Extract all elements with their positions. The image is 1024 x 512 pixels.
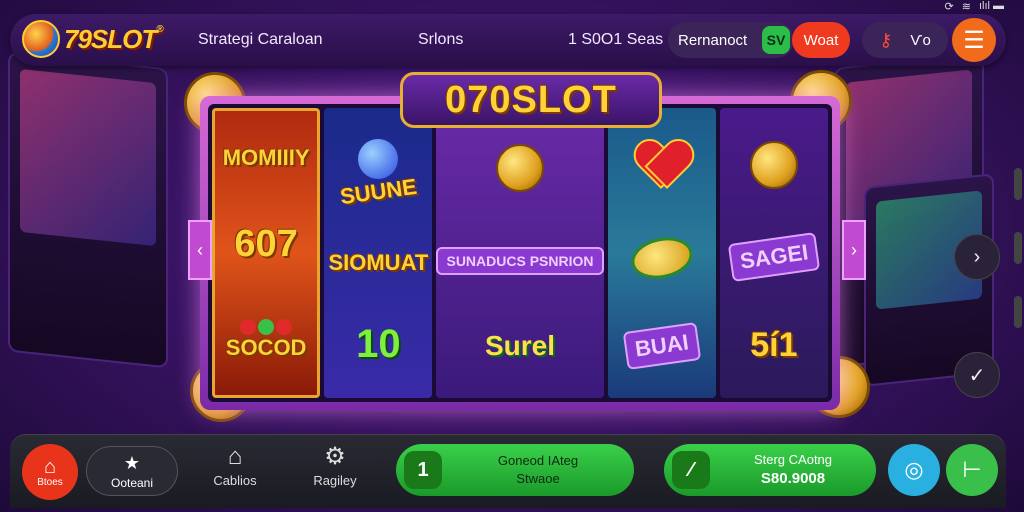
remember-label: Rernanoct xyxy=(678,31,748,49)
promo-icon: 1 xyxy=(404,451,442,489)
reel-grid: MOMIIIY 607 SOCOD SUUNE SIOMUAT 10 SUNAD… xyxy=(208,104,832,402)
rapley-label: Ragiley xyxy=(313,473,357,488)
device-edge xyxy=(1014,232,1022,264)
heart-icon xyxy=(635,141,689,189)
coin-stack-icon xyxy=(749,140,798,189)
symbol: SOCOD xyxy=(225,334,307,360)
registered-mark: ® xyxy=(156,23,163,35)
orb-icon xyxy=(358,138,399,179)
gear-icon: ⚙ xyxy=(324,443,346,470)
balance-icon: ⁄ xyxy=(672,451,710,489)
chevron-right-icon[interactable]: › xyxy=(954,234,1000,280)
berries-icon xyxy=(240,318,293,335)
symbol: MOMIIIY xyxy=(222,145,310,171)
group-label: Ѵo xyxy=(910,31,931,49)
system-status-bar: ⟳ ≋ ılıl ▬ xyxy=(945,0,1005,14)
symbol: SUUNE xyxy=(338,173,419,210)
symbol: 607 xyxy=(234,223,298,266)
reel-4[interactable]: BUAI xyxy=(607,108,716,398)
home-label: Btoes xyxy=(37,476,63,488)
remember-tag: SV xyxy=(762,26,790,54)
hamburger-icon[interactable]: ☰ xyxy=(952,18,996,62)
featured-label: Ooteani xyxy=(110,475,154,490)
signal-battery: ılıl ▬ xyxy=(978,0,1004,12)
game-title-banner: 070SLOT xyxy=(400,72,662,128)
top-navigation-bar: 79SLOT® Strategi Caraloan Srlons 1 S0O1 … xyxy=(10,14,1006,66)
arrow-left-icon[interactable]: ‹ xyxy=(188,220,212,280)
house-outline-icon: ⌂ xyxy=(227,443,243,470)
symbol: SUNADUCS PSNRION xyxy=(436,246,604,276)
nav-link-srlons[interactable]: Srlons xyxy=(418,31,463,49)
rapley-button[interactable]: ⚙ Ragiley xyxy=(300,443,370,489)
symbol: SIOMUAT xyxy=(328,250,429,276)
symbol: Surel xyxy=(484,330,555,362)
background-arcade-left xyxy=(8,51,168,369)
home-icon: ⌂ xyxy=(43,455,57,478)
reel-2[interactable]: SUUNE SIOMUAT 10 xyxy=(324,108,433,398)
sync-icon: ⟳ xyxy=(944,1,954,13)
symbol: 10 xyxy=(356,322,401,367)
symbol-group: SUUNE xyxy=(338,138,418,209)
key-group-button[interactable]: ⚷ Ѵo xyxy=(862,22,948,58)
home-button[interactable]: ⌂ Btoes xyxy=(22,444,78,500)
balance-line-1: Sterg CAotng xyxy=(753,452,833,468)
arrow-right-icon[interactable]: › xyxy=(842,220,866,280)
balance-button[interactable]: ⁄ Sterg CAotng S80.9008 xyxy=(664,444,876,496)
nav-link-strategi[interactable]: Strategi Caraloan xyxy=(198,31,323,49)
wifi-icon: ≋ xyxy=(961,1,971,13)
symbol-group: SOCOD xyxy=(225,318,307,361)
ring-icon[interactable]: ◎ xyxy=(888,444,940,496)
remember-button[interactable]: Rernanoct SV xyxy=(668,22,794,58)
reel-3[interactable]: SUNADUCS PSNRION Surel xyxy=(436,108,604,398)
device-edge xyxy=(1014,168,1022,200)
logo-icon xyxy=(22,20,60,58)
symbol: BUAI xyxy=(622,322,701,371)
gold-leaf-icon xyxy=(627,231,697,284)
bottom-navigation-bar: ⌂ Btoes ★ Ooteani ⌂ Cablios ⚙ Ragiley 1 … xyxy=(10,434,1006,508)
promo-button[interactable]: 1 Goneod IAteg Stwaoe xyxy=(396,444,634,496)
featured-button[interactable]: ★ Ooteani xyxy=(86,446,178,496)
casinos-label: Cablios xyxy=(213,473,257,488)
casinos-button[interactable]: ⌂ Cablios xyxy=(200,443,270,489)
slot-machine: MOMIIIY 607 SOCOD SUUNE SIOMUAT 10 SUNAD… xyxy=(200,96,840,410)
star-icon: ★ xyxy=(123,452,141,473)
arrow-right-icon[interactable]: ⊢ xyxy=(946,444,998,496)
logo-text: 79SLOT xyxy=(64,23,157,54)
reel-5[interactable]: SAGEI 5í1 xyxy=(719,108,828,398)
promo-line-1: Goneod IAteg xyxy=(497,453,579,469)
promo-line-2: Stwaoe xyxy=(516,471,560,486)
balance-amount: S80.9008 xyxy=(760,469,826,487)
coin-stack-icon xyxy=(495,143,544,192)
symbol: 5í1 xyxy=(750,326,798,365)
red-action-button[interactable]: Woat xyxy=(792,22,850,58)
check-icon[interactable]: ✓ xyxy=(954,352,1000,398)
nav-link-seas[interactable]: 1 S0O1 Seas xyxy=(568,31,663,49)
reel-1[interactable]: MOMIIIY 607 SOCOD xyxy=(212,108,321,398)
symbol: SAGEI xyxy=(727,232,821,283)
logo[interactable]: 79SLOT® xyxy=(22,20,164,58)
game-title: 070SLOT xyxy=(445,78,617,121)
key-icon: ⚷ xyxy=(879,29,893,50)
device-edge xyxy=(1014,296,1022,328)
